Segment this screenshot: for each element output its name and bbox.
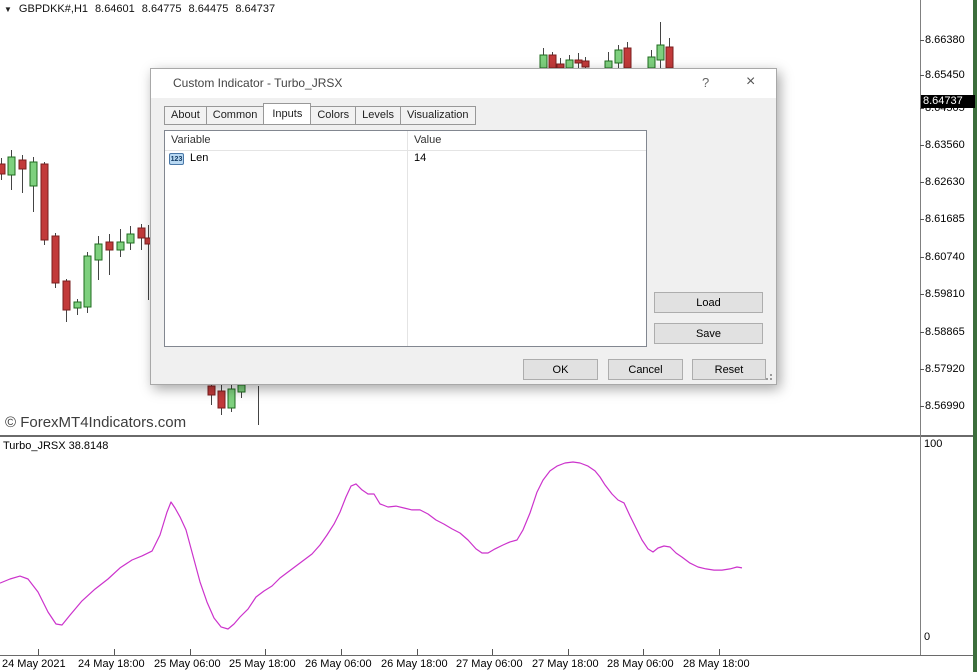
price-axis-tick [920, 369, 924, 370]
price-axis-label: 8.59810 [925, 288, 975, 300]
time-axis-label: 27 May 18:00 [532, 658, 599, 670]
tab-common[interactable]: Common [206, 106, 265, 125]
time-axis-label: 26 May 18:00 [381, 658, 448, 670]
price-axis-label: 8.61685 [925, 213, 975, 225]
price-axis-tick [920, 40, 924, 41]
column-header-variable[interactable]: Variable [171, 134, 211, 146]
price-axis-label: 8.62630 [925, 176, 975, 188]
tab-visualization[interactable]: Visualization [400, 106, 476, 125]
reset-button[interactable]: Reset [692, 359, 766, 380]
load-button[interactable]: Load [654, 292, 763, 313]
table-row[interactable]: 123 Len 14 [165, 151, 646, 169]
ok-button[interactable]: OK [523, 359, 598, 380]
inputs-table: Variable Value 123 Len 14 [164, 130, 647, 347]
time-axis-tick [190, 649, 191, 655]
price-axis-label: 8.63560 [925, 139, 975, 151]
time-axis-label: 27 May 06:00 [456, 658, 523, 670]
indicator-axis-label: 0 [924, 631, 974, 643]
time-axis-tick [114, 649, 115, 655]
time-axis-tick [417, 649, 418, 655]
indicator-line-chart [0, 438, 920, 655]
time-axis-label: 25 May 18:00 [229, 658, 296, 670]
resize-grip-icon[interactable] [764, 372, 773, 381]
price-axis-label: 8.56990 [925, 400, 975, 412]
time-axis-label: 25 May 06:00 [154, 658, 221, 670]
time-axis-tick [643, 649, 644, 655]
dialog-titlebar[interactable]: Custom Indicator - Turbo_JRSX ? × [151, 69, 776, 98]
time-axis-line [0, 655, 977, 656]
price-axis-label: 8.57920 [925, 363, 975, 375]
price-axis-tick [920, 294, 924, 295]
time-axis-label: 28 May 06:00 [607, 658, 674, 670]
price-axis-tick [920, 257, 924, 258]
mt4-chart-window: ▼ GBPDKK#,H1 8.64601 8.64775 8.64475 8.6… [0, 0, 977, 672]
time-axis-tick [341, 649, 342, 655]
custom-indicator-dialog: Custom Indicator - Turbo_JRSX ? × AboutC… [150, 68, 777, 385]
help-icon[interactable]: ? [702, 75, 709, 90]
close-icon[interactable]: × [746, 73, 755, 91]
save-button[interactable]: Save [654, 323, 763, 344]
tab-colors[interactable]: Colors [310, 106, 356, 125]
time-axis-label: 28 May 18:00 [683, 658, 750, 670]
time-axis-label: 24 May 2021 [2, 658, 66, 670]
price-axis-tick [920, 219, 924, 220]
time-axis-label: 24 May 18:00 [78, 658, 145, 670]
price-axis-label: 8.58865 [925, 326, 975, 338]
tab-about[interactable]: About [164, 106, 207, 125]
price-axis-tick [920, 75, 924, 76]
dialog-tabs: AboutCommonInputsColorsLevelsVisualizati… [164, 103, 476, 125]
variable-value[interactable]: 14 [414, 152, 426, 164]
price-axis-label: 8.66380 [925, 34, 975, 46]
tab-inputs[interactable]: Inputs [263, 103, 311, 125]
cancel-button[interactable]: Cancel [608, 359, 683, 380]
variable-name: Len [190, 152, 208, 164]
price-axis-tick [920, 145, 924, 146]
time-axis-tick [492, 649, 493, 655]
price-axis-tick [920, 332, 924, 333]
panel-separator[interactable] [0, 435, 977, 437]
column-header-value[interactable]: Value [414, 134, 441, 146]
integer-123-icon: 123 [169, 153, 184, 165]
price-axis-tick [920, 108, 924, 109]
current-price-tag: 8.64737 [921, 95, 975, 108]
time-axis-tick [719, 649, 720, 655]
indicator-axis-label: 100 [924, 438, 974, 450]
time-axis-label: 26 May 06:00 [305, 658, 372, 670]
watermark-text: © ForexMT4Indicators.com [5, 414, 186, 431]
price-axis-label: 8.65450 [925, 69, 975, 81]
price-axis-tick [920, 182, 924, 183]
time-axis-tick [38, 649, 39, 655]
time-axis-tick [568, 649, 569, 655]
price-axis-label: 8.60740 [925, 251, 975, 263]
dialog-title: Custom Indicator - Turbo_JRSX [173, 76, 342, 90]
time-axis-tick [265, 649, 266, 655]
tab-levels[interactable]: Levels [355, 106, 401, 125]
price-axis-tick [920, 406, 924, 407]
